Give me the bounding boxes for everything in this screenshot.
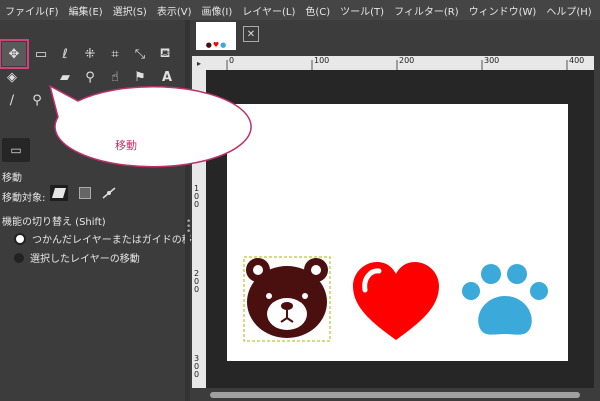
clone-icon[interactable]: ⚲ [80,67,100,87]
color-picker-icon[interactable]: ∕ [2,90,22,110]
panel-grip-icon[interactable]: • • • [186,218,191,237]
v-tick-label: 200 [194,269,200,294]
menu-tools[interactable]: ツール(T) [335,3,389,18]
tool-options-title: 移動 [2,173,22,184]
radio-on-icon[interactable] [14,232,26,245]
menu-file[interactable]: ファイル(F) [0,3,64,18]
h-tick-label: 400 [569,56,585,65]
menu-select[interactable]: 選択(S) [108,3,152,18]
menu-view[interactable]: 表示(V) [152,3,197,18]
horizontal-scrollbar[interactable] [206,388,594,401]
radio-off-icon[interactable] [14,252,24,263]
image-thumbnail[interactable]: ● ♥ ● [196,22,236,50]
radio-active-layer-label: 選択したレイヤーの移動 [30,254,140,265]
menu-filters[interactable]: フィルター(R) [389,3,464,18]
menu-edit[interactable]: 編集(E) [64,3,108,18]
heart-thumb-icon: ♥ [212,41,220,49]
callout-text: 移動 [115,139,137,152]
warp-icon[interactable]: ⛾ [155,44,175,64]
paw-image[interactable] [461,264,551,340]
zoom-icon[interactable]: ⚲ [27,90,47,110]
rect-select-icon[interactable]: ▭ [31,44,51,64]
bear-image[interactable] [243,256,331,342]
move-icon[interactable]: ✥ [0,39,29,69]
radio-pick-layer-label: つかんだレイヤーまたはガイドの移動 [32,235,202,246]
v-tick-label: 300 [194,354,200,379]
menu-layer[interactable]: レイヤー(L) [237,3,300,18]
menu-color[interactable]: 色(C) [300,3,335,18]
paw-thumb-icon: ● [220,41,227,49]
close-tab-icon[interactable]: ✕ [243,26,259,42]
unified-transform-icon[interactable]: ⤡ [130,44,150,64]
menu-windows[interactable]: ウィンドウ(W) [464,3,542,18]
crop-icon[interactable]: ⌗ [105,44,125,64]
lasso-icon[interactable]: ℓ [55,44,75,64]
eraser-icon[interactable]: ▰ [55,67,75,87]
heart-image[interactable] [351,262,441,342]
dodge-icon[interactable]: ⚑ [130,67,150,87]
smudge-icon[interactable]: ☝ [105,67,125,87]
panel-divider[interactable] [185,20,190,401]
radio-active-layer[interactable]: 選択したレイヤーの移動 [14,250,140,265]
menu-image[interactable]: 画像(I) [197,3,238,18]
vertical-scrollbar[interactable] [594,56,600,388]
h-scroll-thumb[interactable] [210,392,580,398]
move-selection-mode-icon[interactable] [76,185,94,201]
tool-options-tab[interactable]: ▭ [2,138,30,162]
move-target-label: 移動対象: [2,193,46,204]
h-tick-label: 0 [229,56,235,65]
bucket-fill-icon[interactable]: ◈ [2,67,22,87]
move-path-mode-icon[interactable] [100,185,118,201]
image-canvas[interactable] [227,104,568,361]
move-layer-mode-icon[interactable] [50,185,68,201]
h-tick-label: 300 [484,56,500,65]
text-icon[interactable]: A [157,67,177,87]
menu-bar: ファイル(F) 編集(E) 選択(S) 表示(V) 画像(I) レイヤー(L) … [0,0,600,20]
menu-help[interactable]: ヘルプ(H) [541,3,596,18]
bear-thumb-icon: ● [205,41,212,49]
toggle-mode-label: 機能の切り替え (Shift) [2,217,106,228]
h-tick-label: 200 [399,56,415,65]
fuzzy-select-icon[interactable]: ⁜ [80,44,100,64]
v-tick-label: 100 [194,184,200,209]
horizontal-ruler[interactable]: 0 100 200 300 400 [206,56,594,70]
h-tick-label: 100 [314,56,330,65]
radio-pick-layer[interactable]: つかんだレイヤーまたはガイドの移動 [14,231,202,246]
vertical-ruler[interactable]: 100 200 300 [192,70,206,388]
ruler-corner-icon[interactable]: ▸ [192,56,206,70]
